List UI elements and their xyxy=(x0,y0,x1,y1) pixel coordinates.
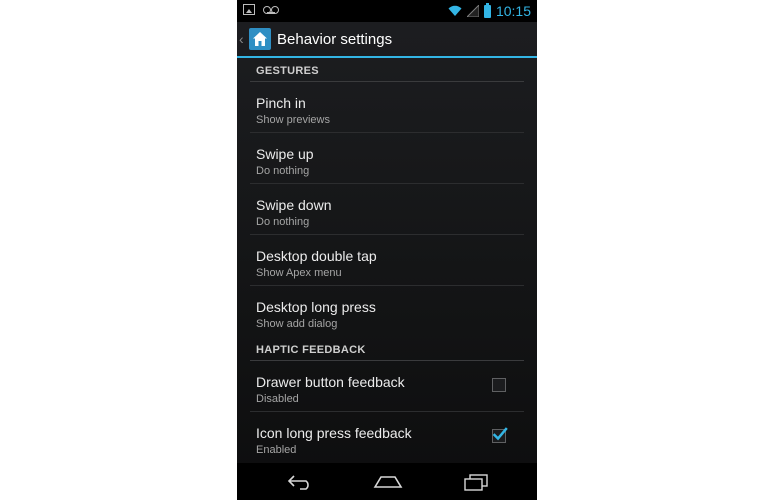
image-icon xyxy=(243,4,255,15)
checkmark-icon xyxy=(492,427,508,441)
home-icon[interactable] xyxy=(249,28,271,50)
setting-icon-long-press-feedback[interactable]: Icon long press feedback Enabled xyxy=(250,412,524,463)
setting-summary: Disabled xyxy=(256,393,299,405)
setting-swipe-down[interactable]: Swipe down Do nothing xyxy=(250,184,524,235)
setting-swipe-up[interactable]: Swipe up Do nothing xyxy=(250,133,524,184)
icon-long-press-feedback-checkbox[interactable] xyxy=(492,427,508,443)
wifi-icon xyxy=(448,5,462,16)
setting-title: Drawer button feedback xyxy=(256,374,405,390)
setting-pinch-in[interactable]: Pinch in Show previews xyxy=(250,82,524,133)
setting-summary: Show Apex menu xyxy=(256,267,342,279)
phone-screen: 10:15 ‹ Behavior settings GESTURES Pinch… xyxy=(237,0,537,500)
page-title: Behavior settings xyxy=(277,30,393,48)
setting-summary: Show previews xyxy=(256,114,330,126)
setting-summary: Show add dialog xyxy=(256,318,338,330)
navigation-bar xyxy=(237,463,537,500)
setting-title: Desktop double tap xyxy=(256,248,377,264)
action-bar[interactable]: ‹ Behavior settings xyxy=(237,22,537,58)
setting-title: Swipe up xyxy=(256,146,314,162)
setting-summary: Do nothing xyxy=(256,216,310,228)
battery-icon xyxy=(483,2,491,18)
home-button-icon[interactable] xyxy=(373,475,403,489)
setting-title: Swipe down xyxy=(256,197,332,213)
setting-summary: Enabled xyxy=(256,444,297,456)
setting-desktop-double-tap[interactable]: Desktop double tap Show Apex menu xyxy=(250,235,524,286)
recents-icon[interactable] xyxy=(463,473,489,491)
section-header-gestures: GESTURES xyxy=(250,58,524,82)
clock: 10:15 xyxy=(495,3,531,19)
up-caret-icon[interactable]: ‹ xyxy=(239,31,247,47)
setting-desktop-long-press[interactable]: Desktop long press Show add dialog xyxy=(250,286,524,337)
setting-drawer-button-feedback[interactable]: Drawer button feedback Disabled xyxy=(250,361,524,412)
section-header-haptic-feedback: HAPTIC FEEDBACK xyxy=(250,337,524,361)
setting-title: Icon long press feedback xyxy=(256,425,412,441)
drawer-feedback-checkbox[interactable] xyxy=(492,378,506,392)
voicemail-icon xyxy=(263,5,279,14)
back-icon[interactable] xyxy=(286,473,314,491)
setting-title: Desktop long press xyxy=(256,299,376,315)
status-bar: 10:15 xyxy=(237,0,537,22)
signal-icon xyxy=(466,5,479,17)
setting-title: Pinch in xyxy=(256,95,306,111)
setting-summary: Do nothing xyxy=(256,165,310,177)
settings-list: GESTURES Pinch in Show previews Swipe up… xyxy=(237,58,537,463)
